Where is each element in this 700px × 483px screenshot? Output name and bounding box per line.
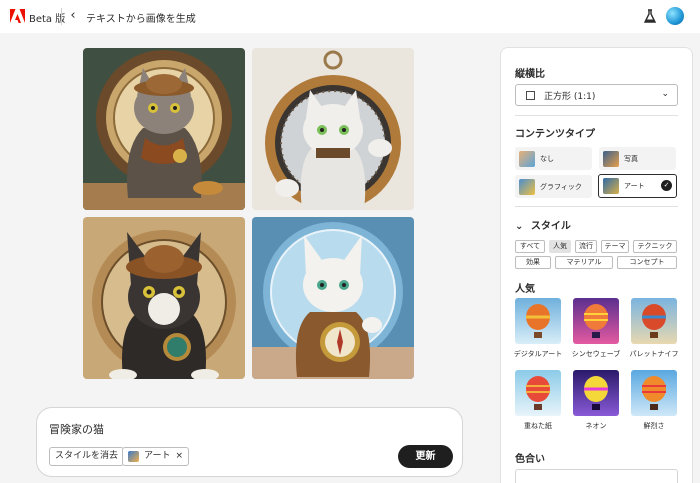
content-type-label: なし [540, 154, 554, 163]
aspect-ratio-select[interactable]: 正方形 (1:1) ⌄ [515, 84, 678, 106]
generated-image-1[interactable] [83, 48, 245, 210]
style-label: ネオン [585, 422, 607, 430]
art-chip-label: アート [144, 451, 171, 461]
clear-style-button[interactable]: スタイルを消去 [49, 447, 125, 466]
style-tab-trending[interactable]: 流行 [575, 240, 597, 253]
settings-panel: 縦横比 正方形 (1:1) ⌄ コンテンツタイプ なし 写真 グラフィック アー… [500, 47, 693, 483]
hot-air-balloon-icon [526, 376, 550, 410]
checkmark-icon: ✓ [661, 180, 672, 191]
art-thumbnail-icon [603, 178, 619, 194]
generated-image-4[interactable] [252, 217, 414, 379]
style-tab-concept[interactable]: コンセプト [617, 256, 677, 269]
flask-icon[interactable] [643, 9, 657, 24]
content-type-photo[interactable]: 写真 [599, 147, 676, 170]
style-tab-theme[interactable]: テーマ [601, 240, 629, 253]
hot-air-balloon-icon [642, 376, 666, 410]
color-tone-select[interactable] [515, 469, 678, 483]
aspect-ratio-heading: 縦横比 [515, 69, 545, 80]
aspect-ratio-value: 正方形 (1:1) [544, 91, 596, 102]
style-tab-material[interactable]: マテリアル [555, 256, 613, 269]
style-tab-all[interactable]: すべて [515, 240, 545, 253]
generated-image-2[interactable] [252, 48, 414, 210]
generated-image-3[interactable] [83, 217, 245, 379]
graphic-thumbnail-icon [519, 178, 535, 195]
back-chevron-icon[interactable]: ‹ [66, 8, 80, 24]
chevron-down-icon: ⌄ [515, 221, 524, 232]
content-type-none[interactable]: なし [515, 147, 592, 170]
content-type-art[interactable]: アート ✓ [598, 174, 677, 198]
divider [61, 8, 62, 25]
style-vivid[interactable] [631, 370, 677, 416]
photo-thumbnail-icon [603, 150, 619, 167]
hot-air-balloon-icon [584, 304, 608, 338]
hot-air-balloon-icon [642, 304, 666, 338]
style-heading: スタイル [530, 221, 571, 232]
avatar[interactable] [666, 7, 684, 25]
style-synthwave[interactable] [573, 298, 619, 344]
style-palette-knife[interactable] [631, 298, 677, 344]
style-section-toggle[interactable]: ⌄ スタイル [515, 217, 571, 232]
style-tab-effect[interactable]: 効果 [515, 256, 551, 269]
popular-heading: 人気 [515, 284, 535, 295]
style-tab-technique[interactable]: テクニック [633, 240, 677, 253]
style-neon[interactable] [573, 370, 619, 416]
beta-label: Beta 版 [29, 14, 66, 25]
remove-chip-icon[interactable]: × [175, 448, 183, 465]
art-style-chip[interactable]: アート × [122, 447, 190, 466]
hot-air-balloon-icon [584, 376, 608, 410]
prompt-text-input[interactable]: 冒険家の猫 [49, 421, 104, 437]
style-tab-popular[interactable]: 人気 [549, 240, 571, 253]
content-type-label: アート [624, 182, 645, 190]
style-label: シンセウェーブ [571, 350, 621, 358]
art-thumbnail-icon [128, 451, 139, 462]
color-tone-heading: 色合い [515, 454, 545, 465]
clear-style-label: スタイルを消去 [55, 451, 119, 461]
content-type-graphic[interactable]: グラフィック [515, 175, 592, 198]
style-label: 重ねた紙 [524, 422, 552, 430]
style-label: デジタルアート [513, 350, 563, 358]
style-label: パレットナイフ [629, 350, 679, 358]
style-digital-art[interactable] [515, 298, 561, 344]
content-type-label: グラフィック [540, 182, 582, 191]
page-title: テキストから画像を生成 [86, 14, 196, 25]
divider [515, 115, 678, 116]
top-bar: Beta 版 ‹ テキストから画像を生成 [0, 0, 700, 33]
update-button[interactable]: 更新 [398, 445, 453, 468]
style-layered-paper[interactable] [515, 370, 561, 416]
hot-air-balloon-icon [526, 304, 550, 338]
divider [515, 206, 678, 207]
style-label: 鮮烈さ [643, 422, 665, 430]
chevron-down-icon: ⌄ [661, 89, 669, 99]
prompt-box[interactable]: 冒険家の猫 スタイルを消去 アート × 更新 [36, 407, 463, 477]
none-thumbnail-icon [519, 150, 535, 167]
content-type-heading: コンテンツタイプ [515, 129, 595, 140]
square-icon [526, 90, 535, 100]
adobe-logo-icon[interactable] [10, 9, 25, 23]
content-type-label: 写真 [624, 154, 638, 163]
